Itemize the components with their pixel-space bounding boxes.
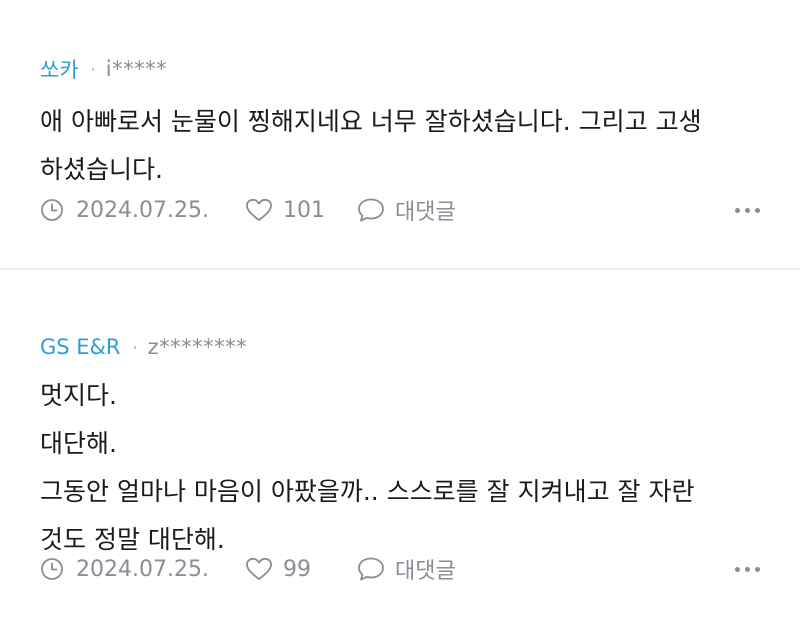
comment-user-id: z******** [147, 335, 248, 359]
comment-body-line: 그동안 얼마나 마음이 아팠을까.. 스스로를 잘 지켜내고 잘 자란 [40, 477, 695, 506]
comment-body-line: 애 아빠로서 눈물이 찡해지네요 너무 잘하셨습니다. 그리고 고생 [40, 107, 702, 136]
more-dots-icon[interactable] [735, 190, 760, 230]
comment-body: 멋지다. 대단해. 그동안 얼마나 마음이 아팠을까.. 스스로를 잘 지켜내고… [40, 372, 760, 564]
comment-actions: 2024.07.25. 99 대댓글 [40, 549, 760, 589]
reply-button[interactable]: 대댓글 [357, 553, 456, 585]
like-button[interactable]: 99 [245, 557, 357, 582]
comment-body: 애 아빠로서 눈물이 찡해지네요 너무 잘하셨습니다. 그리고 고생 하셨습니다… [40, 98, 760, 194]
meta-separator: · [132, 337, 138, 357]
comment-header: GS E&R · z******** [40, 332, 760, 362]
like-button[interactable]: 101 [245, 198, 357, 223]
meta-separator: · [90, 59, 96, 79]
clock-icon [41, 558, 63, 580]
speech-bubble-icon [358, 557, 384, 581]
reply-label: 대댓글 [395, 559, 456, 584]
comment-body-line: 하셨습니다. [40, 155, 163, 184]
reply-label: 대댓글 [395, 200, 456, 225]
reply-button[interactable]: 대댓글 [357, 194, 456, 226]
comment-date-text: 2024.07.25. [76, 556, 209, 582]
comment-item: 쏘카 · i***** 애 아빠로서 눈물이 찡해지네요 너무 잘하셨습니다. … [0, 0, 800, 268]
heart-icon [246, 198, 272, 221]
comment-list: 쏘카 · i***** 애 아빠로서 눈물이 찡해지네요 너무 잘하셨습니다. … [0, 0, 800, 619]
like-count: 101 [283, 197, 325, 223]
comment-date: 2024.07.25. [40, 557, 245, 582]
comment-author[interactable]: 쏘카 [40, 54, 79, 84]
comment-author[interactable]: GS E&R [40, 335, 121, 359]
clock-icon [41, 199, 63, 221]
like-count: 99 [283, 556, 311, 582]
comment-body-line: 대단해. [40, 429, 117, 458]
comment-user-id: i***** [105, 57, 168, 81]
heart-icon [246, 557, 272, 580]
comment-body-line: 멋지다. [40, 381, 117, 410]
comment-date: 2024.07.25. [40, 198, 245, 223]
comment-actions: 2024.07.25. 101 대댓글 [40, 190, 760, 230]
comment-header: 쏘카 · i***** [40, 54, 760, 84]
more-dots-icon[interactable] [735, 549, 760, 589]
comment-item: GS E&R · z******** 멋지다. 대단해. 그동안 얼마나 마음이… [0, 270, 800, 619]
comment-date-text: 2024.07.25. [76, 197, 209, 223]
speech-bubble-icon [358, 198, 384, 222]
